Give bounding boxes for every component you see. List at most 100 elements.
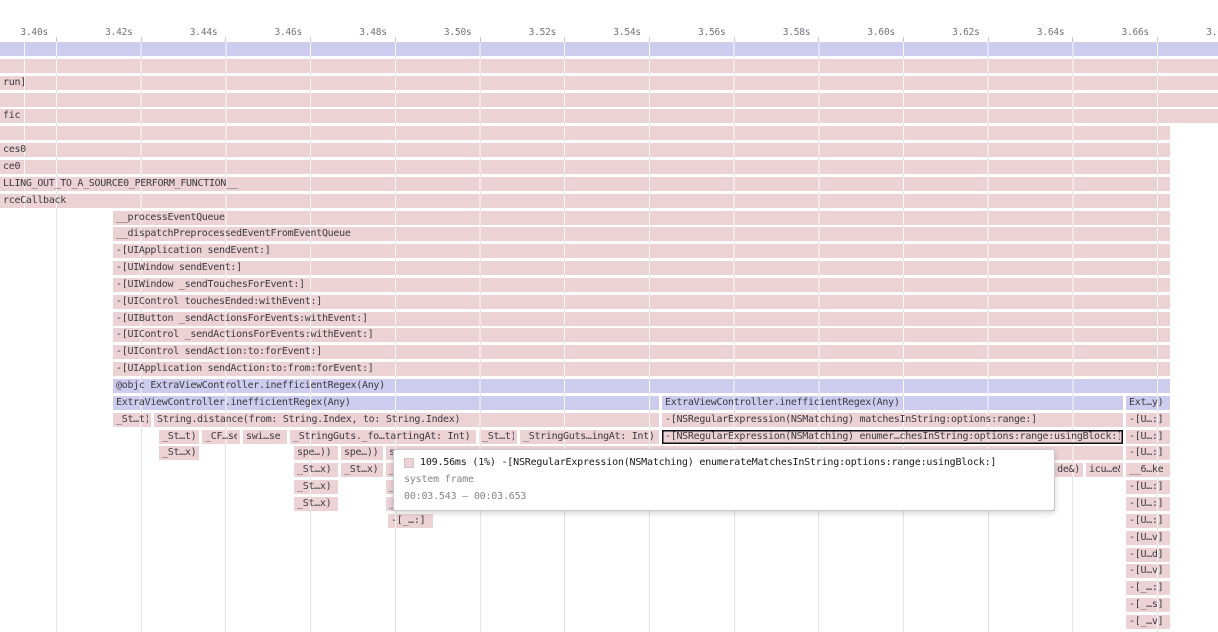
flame-bar-label: -[_…v] xyxy=(1129,615,1163,629)
flame-bar[interactable]: -[_…:] xyxy=(1126,581,1170,595)
flame-bar[interactable]: _St…t) xyxy=(159,430,199,444)
flame-bar[interactable]: ce0 xyxy=(0,160,1170,174)
flame-bar-label: -[UIWindow _sendTouchesForEvent:] xyxy=(116,278,305,292)
ruler-tick-label: 3.66s xyxy=(1079,27,1149,38)
flame-bar[interactable]: __dispatchPreprocessedEventFromEventQueu… xyxy=(113,227,1170,241)
flame-bar[interactable]: -[_…s] xyxy=(1126,598,1170,612)
flame-bar[interactable]: __6…ke xyxy=(1126,463,1170,477)
flame-bar[interactable]: -[UIControl _sendActionsForEvents:withEv… xyxy=(113,328,1170,342)
ruler-tick-label: 3.60s xyxy=(825,27,895,38)
flame-bar[interactable]: __processEventQueue xyxy=(113,211,1170,225)
flame-bar-label: -[U…:] xyxy=(1129,480,1163,494)
flame-bar[interactable]: -[UIControl touchesEnded:withEvent:] xyxy=(113,295,1170,309)
flame-bar-label: spe…)) xyxy=(344,446,378,460)
flame-bar-label: -[UIControl sendAction:to:forEvent:] xyxy=(116,345,322,359)
flame-bar-label: Ext…y) xyxy=(1129,396,1163,410)
ruler-tick-label: 3.40s xyxy=(0,27,48,38)
flame-bar[interactable]: run] xyxy=(0,76,1218,90)
flame-bar-label: @objc ExtraViewController.inefficientReg… xyxy=(116,379,385,393)
flame-bar-label: LLING_OUT_TO_A_SOURCE0_PERFORM_FUNCTION_… xyxy=(3,177,238,191)
flame-bar[interactable]: _St…x) xyxy=(159,446,199,460)
bar-tooltip: 109.56ms (1%) -[NSRegularExpression(NSMa… xyxy=(393,449,1055,511)
flame-bar[interactable]: -[U…v] xyxy=(1126,531,1170,545)
flame-bar[interactable]: -[U…:] xyxy=(1126,413,1170,427)
flame-bar[interactable]: String.distance(from: String.Index, to: … xyxy=(154,413,659,427)
flame-bar-label: -[U…:] xyxy=(1129,514,1163,528)
flame-bar-label: ce0 xyxy=(3,160,20,174)
timeline-ruler[interactable]: 3.40s3.42s3.44s3.46s3.48s3.50s3.52s3.54s… xyxy=(0,0,1218,42)
ruler-tick-label: 3.46s xyxy=(232,27,302,38)
flame-bar[interactable]: _St…x) xyxy=(294,497,338,511)
flame-bar[interactable]: -[_…:] xyxy=(388,514,433,528)
flame-bar[interactable]: _St…x) xyxy=(341,463,383,477)
flame-bar[interactable]: -[U…:] xyxy=(1126,514,1170,528)
flame-bar[interactable]: _St…x) xyxy=(294,480,338,494)
flame-bar[interactable]: @objc ExtraViewController.inefficientReg… xyxy=(113,379,1170,393)
flame-bar[interactable]: ExtraViewController.inefficientRegex(Any… xyxy=(662,396,1123,410)
ruler-tick-label: 3.52s xyxy=(486,27,556,38)
flame-bar[interactable]: Ext…y) xyxy=(1126,396,1170,410)
flame-bar[interactable] xyxy=(0,42,1218,56)
ruler-tick-label: 3.44s xyxy=(147,27,217,38)
flame-bar-label: _St…t) xyxy=(116,413,148,427)
flame-bar-label: -[U…:] xyxy=(1129,497,1163,511)
flame-bar[interactable] xyxy=(0,93,1218,107)
flame-bar-label: ExtraViewController.inefficientRegex(Any… xyxy=(665,396,900,410)
flame-bar[interactable]: -[NSRegularExpression(NSMatching) matche… xyxy=(662,413,1123,427)
flame-bar[interactable]: LLING_OUT_TO_A_SOURCE0_PERFORM_FUNCTION_… xyxy=(0,177,1170,191)
flame-bar[interactable]: _CF…se xyxy=(202,430,240,444)
flame-bar-label: __processEventQueue xyxy=(116,211,225,225)
flame-bar-label: _St…x) xyxy=(297,497,331,511)
flame-bar-label: -[U…v] xyxy=(1129,531,1163,545)
flame-bar[interactable]: -[U…:] xyxy=(1126,497,1170,511)
flame-bar[interactable]: -[U…v] xyxy=(1126,564,1170,578)
tooltip-time-range: 00:03.543 — 00:03.653 xyxy=(404,491,1044,502)
ruler-tick-label: 3.50s xyxy=(402,27,472,38)
flame-bar[interactable]: _St…t) xyxy=(113,413,151,427)
ruler-tick-label: 3.56s xyxy=(656,27,726,38)
flame-bar[interactable]: swi…se xyxy=(243,430,287,444)
flame-bar-label: -[UIButton _sendActionsForEvents:withEve… xyxy=(116,312,368,326)
flame-bar-label: swi…se xyxy=(246,430,280,444)
ruler-tick-label: 3.58s xyxy=(740,27,810,38)
flame-bar[interactable]: -[U…:] xyxy=(1126,430,1170,444)
flame-bar[interactable]: icu…e&) xyxy=(1086,463,1123,477)
flame-bar[interactable]: rceCallback xyxy=(0,194,1170,208)
flame-bar-label: -[U…:] xyxy=(1129,446,1163,460)
flame-bar[interactable]: _St…x) xyxy=(294,463,338,477)
flame-bar[interactable]: -[U…:] xyxy=(1126,480,1170,494)
flame-bar-label: -[U…v] xyxy=(1129,564,1163,578)
flame-bar[interactable]: fic xyxy=(0,109,1218,123)
flame-bar[interactable]: -[UIWindow sendEvent:] xyxy=(113,261,1170,275)
flame-bar-label: -[_…:] xyxy=(1129,581,1163,595)
category-color-swatch xyxy=(404,458,414,468)
flame-bar[interactable]: -[UIWindow _sendTouchesForEvent:] xyxy=(113,278,1170,292)
flame-bar[interactable]: -[UIButton _sendActionsForEvents:withEve… xyxy=(113,312,1170,326)
flame-bar-label: ces0 xyxy=(3,143,26,157)
flame-bar[interactable]: ces0 xyxy=(0,143,1170,157)
flame-bar-label: rceCallback xyxy=(3,194,66,208)
flame-bar-label: spe…)) xyxy=(297,446,331,460)
ruler-tick-label: 3.62s xyxy=(910,27,980,38)
flame-bar[interactable]: -[UIApplication sendAction:to:from:forEv… xyxy=(113,362,1170,376)
flame-bar-label: -[_…:] xyxy=(391,514,425,528)
flame-bar[interactable] xyxy=(0,59,1218,73)
flame-bar[interactable]: _StringGuts…ingAt: Int) xyxy=(520,430,659,444)
flame-bar[interactable]: spe…)) xyxy=(341,446,383,460)
flame-bar[interactable]: _StringGuts._fo…tartingAt: Int) xyxy=(290,430,476,444)
ruler-tick-label: 3.68s xyxy=(1164,27,1218,38)
flame-bar[interactable]: -[_…v] xyxy=(1126,615,1170,629)
flame-bar[interactable]: -[U…:] xyxy=(1126,446,1170,460)
flame-bar[interactable] xyxy=(0,126,1170,140)
flame-bar[interactable]: -[U…d] xyxy=(1126,548,1170,562)
flame-bar[interactable]: _St…t) xyxy=(479,430,517,444)
flame-bar-label: _St…t) xyxy=(162,430,196,444)
flame-bar-label: _StringGuts…ingAt: Int) xyxy=(523,430,655,444)
flame-bar-selected[interactable]: -[NSRegularExpression(NSMatching) enumer… xyxy=(662,430,1123,444)
flame-bar[interactable]: -[UIControl sendAction:to:forEvent:] xyxy=(113,345,1170,359)
flame-bar[interactable]: spe…)) xyxy=(294,446,338,460)
flame-bar-label: -[UIApplication sendEvent:] xyxy=(116,244,270,258)
flame-bar[interactable]: ExtraViewController.inefficientRegex(Any… xyxy=(113,396,659,410)
flame-bar-label: _St…x) xyxy=(162,446,196,460)
flame-bar[interactable]: -[UIApplication sendEvent:] xyxy=(113,244,1170,258)
